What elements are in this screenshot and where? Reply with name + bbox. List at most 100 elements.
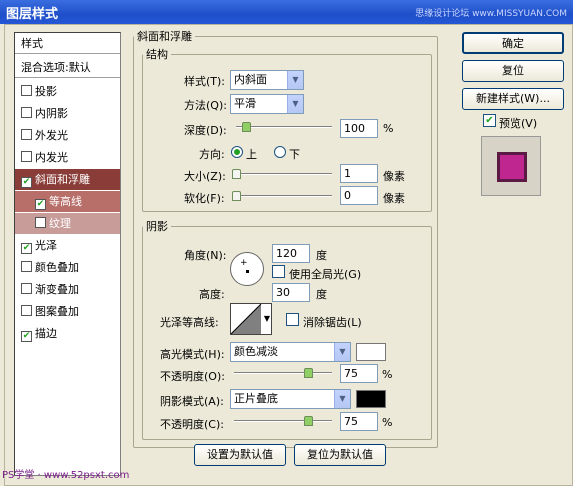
depth-unit: %	[383, 122, 394, 135]
style-item-stroke[interactable]: ✔ 描边	[15, 323, 120, 344]
global-light-checkbox[interactable]	[272, 265, 285, 278]
list-item-label: 样式	[21, 37, 43, 50]
angle-dial-center	[246, 270, 249, 273]
highlight-color-swatch[interactable]	[356, 343, 386, 361]
checkbox-checked[interactable]: ✔	[21, 243, 32, 254]
shadow-opacity-label: 不透明度(C):	[160, 418, 224, 431]
angle-unit: 度	[316, 249, 327, 262]
size-input[interactable]: 1	[340, 164, 378, 183]
list-item-label: 图案叠加	[35, 305, 79, 318]
shadow-mode-select[interactable]: 正片叠底 ▼	[230, 389, 351, 409]
chevron-down-icon: ▼	[334, 390, 350, 408]
checkbox[interactable]	[21, 107, 32, 118]
style-select-value: 内斜面	[234, 73, 267, 86]
style-item-outer-glow[interactable]: 外发光	[15, 125, 120, 146]
style-item-bevel-emboss[interactable]: ✔ 斜面和浮雕	[15, 169, 120, 190]
chevron-down-icon: ▼	[263, 314, 270, 323]
style-item-texture[interactable]: 纹理	[15, 213, 120, 234]
style-item-drop-shadow[interactable]: 投影	[15, 81, 120, 102]
chevron-down-icon: ▼	[287, 71, 303, 89]
size-label: 大小(Z):	[184, 170, 226, 183]
new-style-button[interactable]: 新建样式(W)...	[462, 88, 564, 110]
altitude-unit: 度	[316, 288, 327, 301]
angle-dial[interactable]: +	[230, 252, 264, 286]
list-item-label: 光泽	[35, 239, 57, 252]
shadow-color-swatch[interactable]	[356, 390, 386, 408]
preview-label: 预览(V)	[499, 117, 538, 130]
watermark-text: 思缘设计论坛 www.MISSYUAN.COM	[415, 9, 567, 19]
ok-button[interactable]: 确定	[462, 32, 564, 54]
depth-input[interactable]: 100	[340, 119, 378, 138]
style-item-satin[interactable]: ✔ 光泽	[15, 235, 120, 256]
list-item-label: 描边	[35, 327, 57, 340]
preview-swatch	[497, 152, 527, 182]
style-select[interactable]: 内斜面 ▼	[230, 70, 304, 90]
title-bar[interactable]: 图层样式 思缘设计论坛 www.MISSYUAN.COM	[0, 0, 573, 24]
reset-default-button[interactable]: 复位为默认值	[294, 444, 386, 466]
soften-label: 软化(F):	[184, 192, 225, 205]
checkbox[interactable]	[21, 151, 32, 162]
altitude-label: 高度:	[199, 288, 225, 301]
shadow-mode-label: 阴影模式(A):	[160, 395, 224, 408]
direction-down-radio[interactable]	[274, 146, 286, 158]
style-list: 样式 混合选项:默认 投影 内阴影 外发光 内发光 ✔ 斜面和浮雕 ✔ 等高线 纹理…	[14, 32, 121, 476]
reset-button[interactable]: 复位	[462, 60, 564, 82]
technique-select[interactable]: 平滑 ▼	[230, 94, 304, 114]
list-item-label: 外发光	[35, 129, 68, 142]
style-item-inner-shadow[interactable]: 内阴影	[15, 103, 120, 124]
direction-down-label: 下	[289, 148, 300, 161]
make-default-button[interactable]: 设置为默认值	[194, 444, 286, 466]
angle-input[interactable]: 120	[272, 244, 310, 263]
soften-slider-thumb[interactable]	[232, 191, 241, 201]
global-light-label: 使用全局光(G)	[289, 268, 362, 281]
style-item-gradient-overlay[interactable]: 渐变叠加	[15, 279, 120, 300]
list-item-label: 斜面和浮雕	[35, 173, 90, 186]
highlight-opacity-label: 不透明度(O):	[160, 370, 225, 383]
checkbox-checked[interactable]: ✔	[21, 331, 32, 342]
preview-checkbox[interactable]: ✔	[483, 114, 496, 127]
soften-input[interactable]: 0	[340, 186, 378, 205]
highlight-opacity-thumb[interactable]	[304, 368, 313, 378]
style-item-inner-glow[interactable]: 内发光	[15, 147, 120, 168]
checkbox[interactable]	[21, 261, 32, 272]
shadow-opacity-input[interactable]: 75	[340, 412, 378, 431]
checkbox[interactable]	[21, 85, 32, 96]
checkbox-checked[interactable]: ✔	[21, 177, 32, 188]
style-list-header-styles[interactable]: 样式	[15, 33, 120, 54]
gloss-contour-picker[interactable]: ▼	[230, 303, 272, 335]
antialias-checkbox[interactable]	[286, 313, 299, 326]
direction-up-radio[interactable]	[231, 146, 243, 158]
list-item-label: 颜色叠加	[35, 261, 79, 274]
highlight-opacity-slider[interactable]	[234, 372, 332, 374]
shadow-opacity-thumb[interactable]	[304, 416, 313, 426]
style-label: 样式(T):	[184, 75, 226, 88]
highlight-mode-label: 高光模式(H):	[160, 348, 225, 361]
style-item-contour[interactable]: ✔ 等高线	[15, 191, 120, 212]
highlight-mode-select[interactable]: 颜色减淡 ▼	[230, 342, 351, 362]
size-slider[interactable]	[236, 173, 332, 175]
checkbox-checked[interactable]: ✔	[35, 199, 46, 210]
technique-label: 方法(Q):	[184, 99, 227, 112]
checkbox[interactable]	[35, 217, 46, 228]
highlight-opacity-input[interactable]: 75	[340, 364, 378, 383]
checkbox[interactable]	[21, 129, 32, 140]
checkbox[interactable]	[21, 305, 32, 316]
shadow-opacity-unit: %	[382, 416, 393, 429]
list-item-label: 内发光	[35, 151, 68, 164]
soften-unit: 像素	[383, 192, 405, 205]
depth-slider-thumb[interactable]	[242, 122, 251, 132]
soften-slider[interactable]	[236, 195, 332, 197]
checkbox[interactable]	[21, 283, 32, 294]
shadow-opacity-slider[interactable]	[234, 420, 332, 422]
style-list-blend-options[interactable]: 混合选项:默认	[15, 57, 120, 78]
altitude-input[interactable]: 30	[272, 283, 310, 302]
size-slider-thumb[interactable]	[232, 169, 241, 179]
style-item-pattern-overlay[interactable]: 图案叠加	[15, 301, 120, 322]
shading-title: 阴影	[146, 220, 168, 233]
style-item-color-overlay[interactable]: 颜色叠加	[15, 257, 120, 278]
list-item-label: 纹理	[49, 217, 71, 230]
shadow-mode-value: 正片叠底	[234, 392, 278, 405]
antialias-label: 消除锯齿(L)	[303, 316, 362, 329]
footer-watermark: PS学堂 · www.52psxt.com	[2, 470, 130, 481]
size-unit: 像素	[383, 170, 405, 183]
